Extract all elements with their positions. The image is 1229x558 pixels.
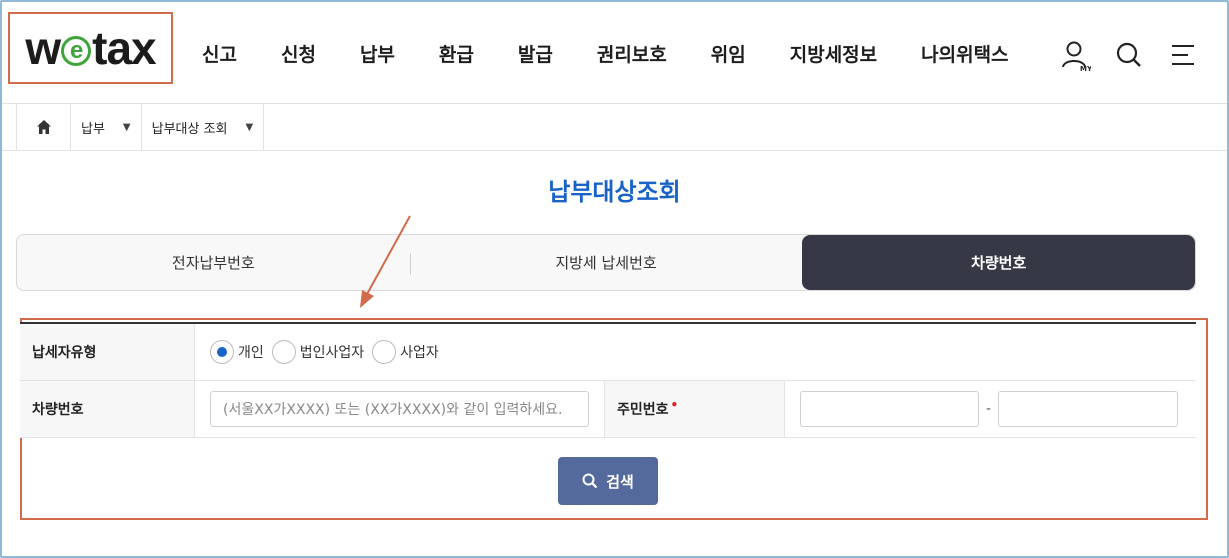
tab-vehicle-number[interactable]: 차량번호 — [802, 235, 1195, 290]
resident-number-label-cell: 주민번호 • — [605, 381, 785, 437]
radio-business-label: 사업자 — [400, 345, 439, 361]
taxpayer-type-options: 개인 법인사업자 사업자 — [195, 324, 447, 380]
gnb-item-report[interactable]: 신고 — [202, 40, 237, 67]
logo-text-w: w — [25, 22, 61, 74]
menu-icon[interactable] — [1169, 40, 1197, 70]
vehicle-number-cell: (서울XX가XXXX) 또는 (XX가XXXX)와 같이 입력하세요. — [195, 381, 605, 437]
vehicle-number-label: 차량번호 — [20, 381, 195, 437]
logo-text-tax: tax — [92, 22, 156, 74]
vehicle-number-input[interactable]: (서울XX가XXXX) 또는 (XX가XXXX)와 같이 입력하세요. — [210, 391, 589, 427]
chevron-down-icon: ▼ — [245, 121, 254, 133]
radio-individual-label: 개인 — [238, 345, 264, 361]
gnb-item-issue[interactable]: 발급 — [518, 40, 553, 67]
search-icon[interactable] — [1115, 40, 1143, 70]
chevron-down-icon: ▼ — [122, 121, 131, 133]
my-label: MY — [1080, 65, 1091, 72]
resident-number-separator: - — [986, 401, 992, 417]
tab-local-tax-number[interactable]: 지방세 납세번호 — [409, 235, 803, 290]
search-button[interactable]: 검색 — [558, 457, 658, 505]
radio-business[interactable]: 사업자 — [372, 340, 439, 364]
breadcrumb-level2-label: 납부대상 조회 — [151, 121, 228, 137]
radio-checked-icon — [210, 340, 234, 364]
logo-e-icon: e — [61, 36, 92, 66]
radio-unchecked-icon — [271, 340, 296, 364]
gnb-item-mywetax[interactable]: 나의위택스 — [921, 40, 1008, 67]
gnb-item-rights[interactable]: 권리보호 — [597, 40, 667, 67]
wetax-logo[interactable]: w e tax — [25, 21, 156, 75]
radio-individual[interactable]: 개인 — [210, 340, 264, 364]
gnb-item-info[interactable]: 지방세정보 — [790, 40, 877, 67]
form-row-taxpayer-type: 납세자유형 개인 법인사업자 사업자 — [20, 324, 1196, 381]
my-user-icon[interactable]: MY — [1061, 40, 1093, 73]
search-button-label: 검색 — [606, 472, 634, 491]
breadcrumb-divider — [2, 150, 1227, 151]
breadcrumb-level1[interactable]: 납부 ▼ — [71, 104, 142, 150]
search-icon — [582, 473, 598, 489]
breadcrumb-home[interactable] — [17, 104, 71, 150]
required-mark: • — [670, 398, 679, 412]
gnb-item-refund[interactable]: 환급 — [439, 40, 474, 67]
resident-number-back-input[interactable] — [998, 391, 1179, 427]
breadcrumb: 납부 ▼ 납부대상 조회 ▼ — [16, 104, 265, 150]
page-title: 납부대상조회 — [548, 178, 681, 206]
annotation-arrow-icon — [360, 215, 411, 308]
gnb-item-apply[interactable]: 신청 — [281, 40, 316, 67]
search-type-tabs: 전자납부번호 지방세 납세번호 차량번호 — [16, 234, 1196, 291]
button-area: 검색 — [20, 438, 1196, 518]
breadcrumb-level2[interactable]: 납부대상 조회 ▼ — [142, 104, 265, 150]
header-icons: MY — [1061, 40, 1197, 73]
resident-number-front-input[interactable] — [800, 391, 979, 427]
gnb-item-delegate[interactable]: 위임 — [711, 40, 746, 67]
gnb-item-pay[interactable]: 납부 — [360, 40, 395, 67]
radio-unchecked-icon — [372, 340, 397, 364]
search-form: 납세자유형 개인 법인사업자 사업자 차량번호 (서울XX가XXXX) 또는 (… — [20, 322, 1196, 438]
radio-corporate-label: 법인사업자 — [299, 345, 365, 361]
breadcrumb-level1-label: 납부 — [81, 121, 105, 137]
main-navigation: 신고 신청 납부 환급 발급 권리보호 위임 지방세정보 나의위택스 — [202, 40, 1053, 67]
resident-number-label: 주민번호 — [617, 402, 669, 418]
form-row-vehicle: 차량번호 (서울XX가XXXX) 또는 (XX가XXXX)와 같이 입력하세요.… — [20, 381, 1196, 438]
resident-number-cell: - — [785, 381, 1179, 437]
radio-corporate[interactable]: 법인사업자 — [271, 340, 365, 364]
home-icon — [36, 120, 51, 134]
logo-highlight-box: w e tax — [8, 12, 173, 84]
taxpayer-type-label: 납세자유형 — [20, 324, 195, 380]
site-header: w e tax 신고 신청 납부 환급 발급 권리보호 위임 지방세정보 나의위… — [2, 2, 1227, 104]
